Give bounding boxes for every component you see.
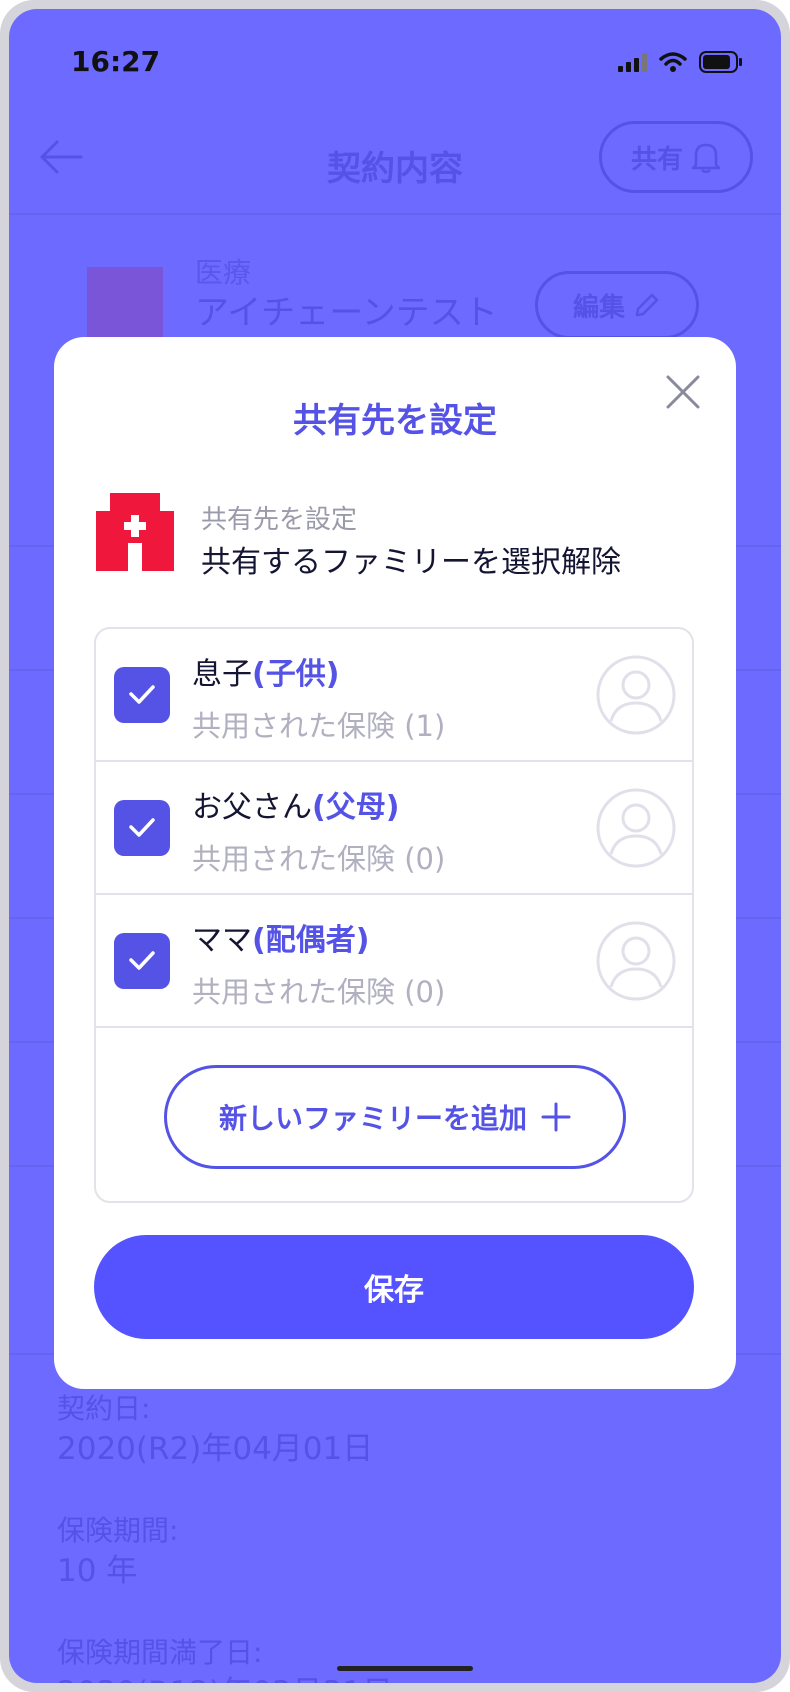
family-row-father[interactable]: お父さん(父母) 共用された保険 (0) — [96, 762, 692, 895]
add-family-button[interactable]: 新しいファミリーを追加 — [164, 1065, 626, 1169]
home-indicator[interactable] — [337, 1666, 473, 1671]
checkbox-checked[interactable] — [114, 667, 170, 723]
avatar-icon — [596, 788, 676, 868]
save-button[interactable]: 保存 — [94, 1235, 694, 1339]
check-icon — [129, 685, 155, 704]
dialog-heading: 共有するファミリーを選択解除 — [201, 545, 621, 580]
status-time: 16:27 — [71, 45, 161, 78]
hospital-icon-bg — [87, 267, 163, 343]
contract-date-label: 契約日: — [57, 1392, 151, 1425]
family-row-mama[interactable]: ママ(配偶者) 共用された保険 (0) — [96, 895, 692, 1028]
family-relation: (父母) — [312, 790, 400, 825]
family-relation: (子供) — [252, 657, 340, 692]
plus-icon — [541, 1102, 571, 1132]
shared-count: 共用された保険 (0) — [192, 842, 446, 876]
checkbox-checked[interactable] — [114, 933, 170, 989]
edit-label: 編集 — [572, 292, 625, 323]
period-value: 10 年 — [57, 1553, 138, 1589]
divider — [9, 213, 781, 215]
battery-icon — [699, 51, 742, 73]
wifi-icon — [659, 52, 687, 72]
pencil-icon — [635, 293, 659, 317]
family-list: 息子(子供) 共用された保険 (1) お父さん(父母) 共用された保険 (0) … — [94, 627, 694, 1203]
checkbox-checked[interactable] — [114, 800, 170, 856]
edit-button[interactable]: 編集 — [535, 271, 699, 339]
family-name: 息子(子供) — [192, 657, 340, 692]
share-label: 共有 — [630, 144, 683, 175]
insurance-name-cont: 保険 — [195, 325, 263, 335]
bell-icon — [691, 143, 721, 173]
dialog-subtitle: 共有先を設定 — [201, 505, 358, 535]
share-settings-dialog: 共有先を設定 共有先を設定 共有するファミリーを選択解除 息子(子供) 共用され… — [54, 337, 736, 1389]
share-button[interactable]: 共有 — [599, 121, 753, 193]
check-icon — [129, 818, 155, 837]
check-icon — [129, 951, 155, 970]
family-row-son[interactable]: 息子(子供) 共用された保険 (1) — [96, 629, 692, 762]
hospital-icon — [96, 493, 174, 571]
add-family-label: 新しいファミリーを追加 — [218, 1102, 527, 1135]
status-icons — [618, 51, 743, 73]
screen: 16:27 契約内容 共有 医療 アイチェーンテスト 編集 契約日: 2020(… — [9, 9, 781, 1683]
avatar-icon — [596, 655, 676, 735]
signal-icon — [618, 52, 647, 72]
contract-date-value: 2020(R2)年04月01日 — [57, 1431, 374, 1467]
avatar-icon — [596, 921, 676, 1001]
end-date-label: 保険期間満了日: — [57, 1636, 263, 1669]
family-relation: (配偶者) — [252, 923, 370, 958]
dialog-title: 共有先を設定 — [293, 401, 497, 441]
family-name: ママ(配偶者) — [192, 923, 370, 958]
shared-count: 共用された保険 (0) — [192, 975, 446, 1009]
shared-count: 共用された保険 (1) — [192, 709, 446, 743]
family-name: お父さん(父母) — [192, 790, 400, 825]
device-frame: 16:27 契約内容 共有 医療 アイチェーンテスト 編集 契約日: 2020(… — [0, 0, 790, 1692]
period-label: 保険期間: — [57, 1514, 179, 1547]
